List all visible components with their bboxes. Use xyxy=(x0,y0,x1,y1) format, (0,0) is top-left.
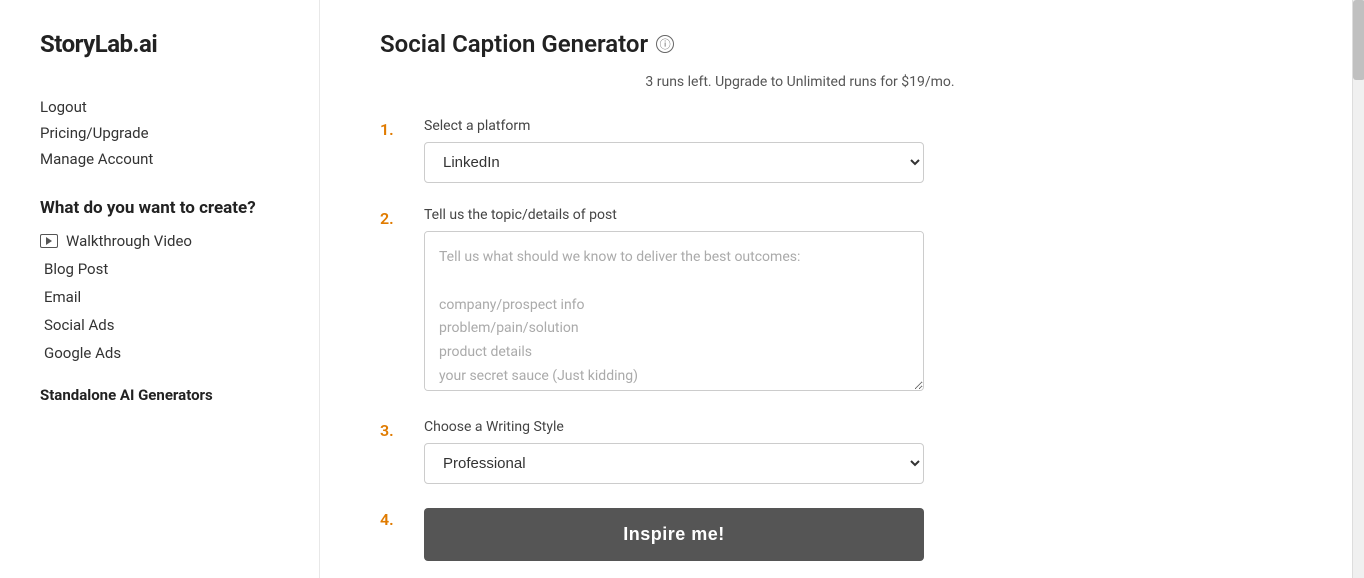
step3-section: 3. Choose a Writing Style ProfessionalCa… xyxy=(380,419,1220,484)
title-row: Social Caption Generator ⓘ xyxy=(380,30,1220,58)
walkthrough-video-item[interactable]: Walkthrough Video xyxy=(40,232,279,250)
sidebar-nav: Logout Pricing/Upgrade Manage Account xyxy=(40,98,279,168)
social-ads-link[interactable]: Social Ads xyxy=(40,316,279,334)
inspire-button[interactable]: Inspire me! xyxy=(424,508,924,561)
email-link[interactable]: Email xyxy=(40,288,279,306)
video-icon xyxy=(40,234,58,248)
main-content: Social Caption Generator ⓘ 3 runs left. … xyxy=(320,0,1280,578)
runs-notice: 3 runs left. Upgrade to Unlimited runs f… xyxy=(380,74,1220,90)
pricing-link[interactable]: Pricing/Upgrade xyxy=(40,124,279,142)
step2-label: Tell us the topic/details of post xyxy=(424,207,924,223)
step1-label: Select a platform xyxy=(424,118,924,134)
scrollbar-thumb[interactable] xyxy=(1353,0,1364,80)
step2-number: 2. xyxy=(380,209,404,228)
topic-textarea[interactable] xyxy=(424,231,924,391)
create-section-title: What do you want to create? xyxy=(40,198,279,218)
manage-account-link[interactable]: Manage Account xyxy=(40,150,279,168)
step4-section: 4. Inspire me! xyxy=(380,508,1220,561)
step4-number: 4. xyxy=(380,510,404,529)
step3-label: Choose a Writing Style xyxy=(424,419,924,435)
step1-number: 1. xyxy=(380,120,404,139)
blog-post-link[interactable]: Blog Post xyxy=(40,260,279,278)
google-ads-link[interactable]: Google Ads xyxy=(40,344,279,362)
platform-select[interactable]: LinkedInTwitterFacebookInstagramTikTok xyxy=(424,142,924,183)
logout-link[interactable]: Logout xyxy=(40,98,279,116)
step1-field: Select a platform LinkedInTwitterFaceboo… xyxy=(424,118,924,183)
logo: StoryLab.ai xyxy=(40,30,279,58)
step2-field: Tell us the topic/details of post xyxy=(424,207,924,395)
writing-style-select[interactable]: ProfessionalCasualHumorousInspirationalE… xyxy=(424,443,924,484)
sidebar: StoryLab.ai Logout Pricing/Upgrade Manag… xyxy=(0,0,320,578)
step3-field: Choose a Writing Style ProfessionalCasua… xyxy=(424,419,924,484)
step1-section: 1. Select a platform LinkedInTwitterFace… xyxy=(380,118,1220,183)
step4-field: Inspire me! xyxy=(424,508,924,561)
step3-number: 3. xyxy=(380,421,404,440)
walkthrough-video-label: Walkthrough Video xyxy=(66,232,192,250)
step2-section: 2. Tell us the topic/details of post xyxy=(380,207,1220,395)
standalone-section-title: Standalone AI Generators xyxy=(40,386,279,404)
page-title: Social Caption Generator xyxy=(380,30,648,58)
info-icon[interactable]: ⓘ xyxy=(656,35,674,53)
scrollbar[interactable] xyxy=(1352,0,1364,578)
